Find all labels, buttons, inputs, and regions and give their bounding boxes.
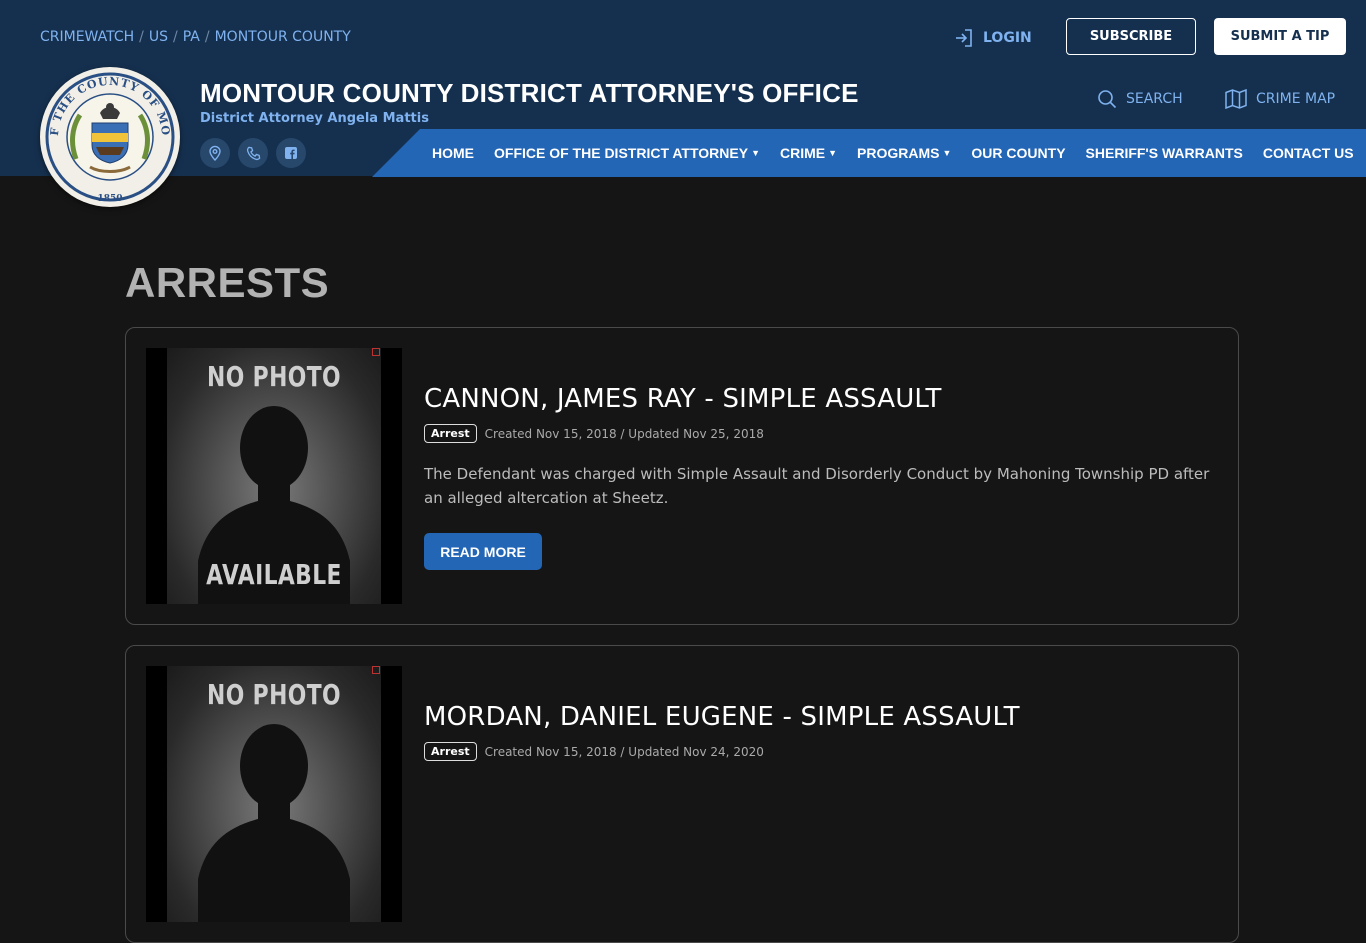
nav-crime-label: CRIME — [780, 145, 826, 161]
county-seal-icon: SEAL OF THE COUNTY OF MONTOUR 1850 — [34, 57, 178, 205]
crime-map-link[interactable]: CRIME MAP — [1225, 88, 1335, 110]
subscribe-button[interactable]: SUBSCRIBE — [1066, 18, 1196, 55]
nav-office-of-the-district-attorney[interactable]: OFFICE OF THE DISTRICT ATTORNEY ▼ — [494, 145, 760, 161]
main-nav: HOME OFFICE OF THE DISTRICT ATTORNEY ▼ CR… — [432, 129, 1354, 177]
nav-programs-label: PROGRAMS — [857, 145, 940, 161]
submit-tip-button[interactable]: SUBMIT A TIP — [1214, 18, 1346, 55]
arrest-card: NO PHOTO AVAILABLE CANNON, JAMES RAY - S… — [125, 327, 1239, 625]
arrest-dates: Created Nov 15, 2018 / Updated Nov 24, 2… — [484, 744, 764, 759]
location-pin-icon — [209, 145, 221, 161]
read-more-button[interactable]: READ MORE — [424, 533, 542, 570]
location-button[interactable] — [200, 138, 230, 168]
no-photo-text: NO PHOTO — [207, 360, 341, 393]
caret-down-icon: ▼ — [751, 148, 760, 158]
no-photo-text: NO PHOTO — [207, 678, 341, 711]
svg-text:1850: 1850 — [97, 194, 122, 204]
arrest-badge: Arrest — [424, 742, 477, 761]
arrest-badge: Arrest — [424, 424, 477, 443]
available-text: AVAILABLE — [206, 558, 342, 591]
search-label: SEARCH — [1126, 91, 1183, 107]
login-icon — [956, 29, 972, 47]
breadcrumb-separator: / — [204, 29, 210, 45]
nav-home-label: HOME — [432, 145, 474, 161]
nav-programs[interactable]: PROGRAMS ▼ — [857, 145, 951, 161]
search-link[interactable]: SEARCH — [1097, 88, 1183, 110]
site-title[interactable]: MONTOUR COUNTY DISTRICT ATTORNEY'S OFFIC… — [200, 78, 859, 109]
arrest-meta: Arrest Created Nov 15, 2018 / Updated No… — [424, 742, 764, 761]
broken-image-icon — [372, 666, 380, 674]
login-link[interactable]: LOGIN — [954, 27, 1032, 49]
arrest-card: NO PHOTO MORDAN, DANIEL EUGENE - SIMPLE … — [125, 645, 1239, 943]
nav-contact-us-label: CONTACT US — [1262, 145, 1354, 161]
breadcrumb-montour-county[interactable]: MONTOUR COUNTY — [215, 29, 351, 45]
login-label: LOGIN — [983, 30, 1032, 46]
nav-crime[interactable]: CRIME ▼ — [780, 145, 837, 161]
caret-down-icon: ▼ — [828, 148, 838, 158]
map-icon — [1225, 89, 1247, 109]
breadcrumb-separator: / — [139, 29, 144, 45]
search-icon — [1098, 90, 1117, 109]
breadcrumb-separator: / — [173, 29, 178, 45]
nav-sheriffs-warrants[interactable]: SHERIFF'S WARRANTS — [1086, 145, 1243, 161]
arrest-meta: Arrest Created Nov 15, 2018 / Updated No… — [424, 424, 764, 443]
facebook-button[interactable] — [276, 138, 306, 168]
broken-image-icon — [372, 348, 380, 356]
arrest-description: The Defendant was charged with Simple As… — [424, 465, 1210, 507]
phone-button[interactable] — [238, 138, 268, 168]
contact-icons — [200, 138, 306, 168]
breadcrumb: CRIMEWATCH / US / PA / MONTOUR COUNTY — [40, 29, 351, 45]
no-photo-image[interactable]: NO PHOTO AVAILABLE — [146, 348, 402, 604]
arrest-title[interactable]: CANNON, JAMES RAY - SIMPLE ASSAULT — [424, 384, 942, 414]
nav-our-county-label: OUR COUNTY — [971, 145, 1066, 161]
page-title: ARRESTS — [125, 259, 330, 306]
nav-sheriffs-warrants-label: SHERIFF'S WARRANTS — [1085, 145, 1243, 161]
site-subtitle: District Attorney Angela Mattis — [200, 111, 429, 126]
arrest-dates: Created Nov 15, 2018 / Updated Nov 25, 2… — [484, 426, 764, 441]
nav-office-label: OFFICE OF THE DISTRICT ATTORNEY — [494, 145, 749, 161]
phone-icon — [246, 146, 260, 160]
no-photo-image[interactable]: NO PHOTO — [146, 666, 402, 922]
facebook-icon — [285, 147, 297, 159]
breadcrumb-pa[interactable]: PA — [183, 29, 200, 45]
breadcrumb-crimewatch[interactable]: CRIMEWATCH — [40, 29, 134, 45]
breadcrumb-us[interactable]: US — [149, 29, 168, 45]
nav-contact-us[interactable]: CONTACT US — [1263, 145, 1354, 161]
crime-map-label: CRIME MAP — [1256, 91, 1336, 107]
county-seal-logo[interactable]: SEAL OF THE COUNTY OF MONTOUR 1850 — [34, 57, 180, 207]
caret-down-icon: ▼ — [942, 148, 952, 158]
nav-home[interactable]: HOME — [432, 145, 474, 161]
site-header: CRIMEWATCH / US / PA / MONTOUR COUNTY LO… — [0, 0, 1366, 177]
arrest-title[interactable]: MORDAN, DANIEL EUGENE - SIMPLE ASSAULT — [424, 702, 1020, 732]
nav-our-county[interactable]: OUR COUNTY — [971, 145, 1065, 161]
